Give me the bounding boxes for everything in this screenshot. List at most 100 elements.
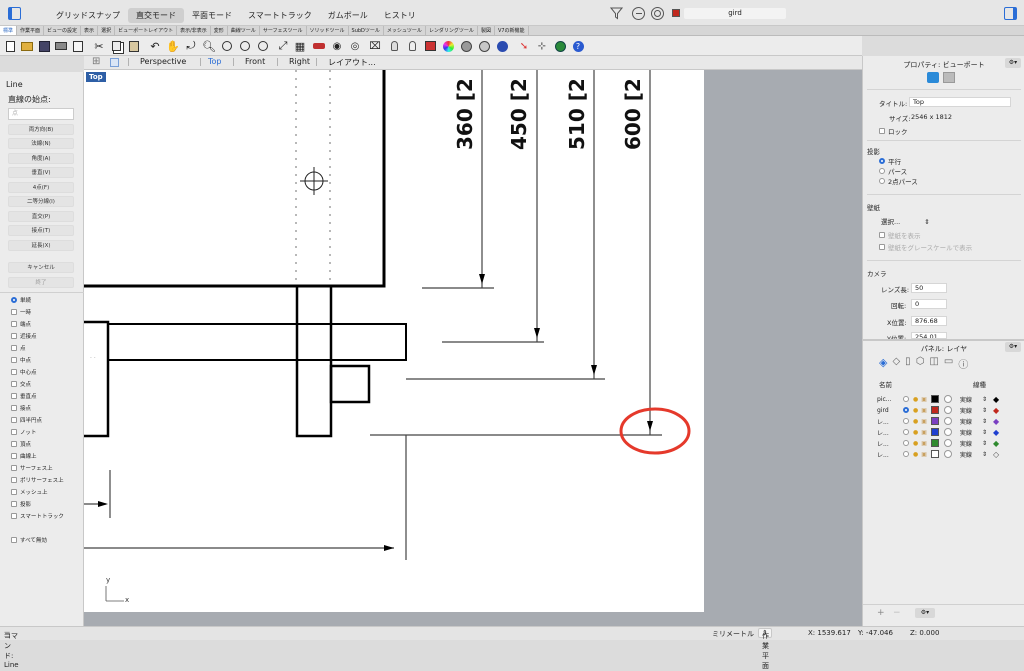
environment-sphere-icon[interactable]: [495, 39, 509, 53]
layer-row[interactable]: レ... ● ▣ 実線 ⇕ ◆: [877, 416, 999, 426]
record-history-icon[interactable]: [632, 7, 645, 20]
dimension-icon[interactable]: ⊹: [535, 39, 549, 53]
snap-item[interactable]: 中心点: [11, 368, 37, 376]
remove-layer-button[interactable]: −: [893, 608, 901, 618]
layer-color-swatch[interactable]: [930, 450, 939, 458]
toolbar-tab[interactable]: 曲線ツール: [228, 26, 260, 35]
print-color-icon[interactable]: ◇: [993, 450, 999, 459]
help-tab-icon[interactable]: ⓘ: [958, 356, 968, 371]
cut-icon[interactable]: ✂: [92, 39, 106, 53]
snap-item[interactable]: 交点: [11, 380, 31, 388]
current-layer-radio-icon[interactable]: [903, 429, 909, 435]
snap-item[interactable]: 端点: [11, 320, 31, 328]
snap-item[interactable]: 曲線上: [11, 452, 37, 460]
material-circle-icon[interactable]: [943, 428, 952, 436]
lightbulb-icon[interactable]: ●: [913, 451, 918, 458]
toolbar-tab[interactable]: ビューの設定: [44, 26, 82, 35]
toolbar-tab[interactable]: 作業平面: [17, 26, 45, 35]
toolbar-tab[interactable]: ソリッドツール: [307, 26, 349, 35]
grid-snap-toggle[interactable]: グリッドスナップ: [48, 8, 128, 23]
padlock-icon[interactable]: ▣: [921, 418, 927, 425]
snap-item[interactable]: メッシュ上: [11, 488, 48, 496]
new-file-icon[interactable]: [3, 39, 17, 53]
pan-icon[interactable]: ✋: [166, 39, 180, 53]
save-icon[interactable]: [37, 39, 51, 53]
left-panel-toggle-icon[interactable]: [8, 7, 21, 20]
snap-item[interactable]: ポリサーフェス上: [11, 476, 64, 484]
print-color-icon[interactable]: ◆: [993, 406, 999, 415]
zoom-icon[interactable]: 🔍︎: [202, 39, 216, 53]
snap-item[interactable]: 中点: [11, 356, 31, 364]
snap-item[interactable]: スマートトラック: [11, 512, 64, 520]
print-color-icon[interactable]: ◆: [993, 439, 999, 448]
grid-icon[interactable]: ▦: [293, 39, 307, 53]
cancel-button[interactable]: キャンセル: [8, 262, 74, 273]
bulb-icon[interactable]: [387, 39, 401, 53]
objects-tab-icon[interactable]: ◇: [892, 356, 900, 371]
car-icon[interactable]: [312, 39, 326, 53]
snap-item[interactable]: 接点: [11, 404, 31, 412]
lock-icon[interactable]: ⌧: [368, 39, 382, 53]
lightbulb-icon[interactable]: ●: [913, 407, 918, 414]
wallpaper-select[interactable]: 選択... ⇕: [881, 216, 930, 226]
option-vertical-button[interactable]: 垂直(V): [8, 167, 74, 178]
display-tab-icon[interactable]: ▭: [944, 356, 953, 371]
material-circle-icon[interactable]: [943, 450, 952, 458]
toolbar-tab[interactable]: メッシュツール: [384, 26, 426, 35]
current-layer-radio-icon[interactable]: [903, 407, 909, 413]
material-circle-icon[interactable]: [943, 417, 952, 425]
current-layer-radio-icon[interactable]: [903, 440, 909, 446]
layer-row[interactable]: レ... ● ▣ 実線 ⇕ ◆: [877, 438, 999, 448]
snap-item[interactable]: 近接点: [11, 332, 37, 340]
undo-icon[interactable]: ↶: [148, 39, 162, 53]
snap-item[interactable]: 点: [11, 344, 26, 352]
current-layer-radio-icon[interactable]: [903, 418, 909, 424]
copy-icon[interactable]: [109, 39, 123, 53]
layer-material-icon[interactable]: [423, 39, 437, 53]
layer-color-swatch[interactable]: [930, 417, 939, 425]
current-layer-radio-icon[interactable]: [903, 451, 909, 457]
history-toggle[interactable]: ヒストリ: [376, 8, 424, 23]
smarttrack-toggle[interactable]: スマートトラック: [240, 8, 320, 23]
option-angle-button[interactable]: 角度(A): [8, 153, 74, 164]
toolbar-tab[interactable]: 変形: [211, 26, 228, 35]
cplane-select[interactable]: 作業平面 ⇕: [758, 628, 772, 670]
print-icon[interactable]: [54, 39, 68, 53]
layer-color-swatch[interactable]: [930, 439, 939, 447]
print-color-icon[interactable]: ◆: [993, 395, 999, 404]
globe-icon[interactable]: [553, 39, 567, 53]
toolbar-tab[interactable]: ビューポートレイアウト: [115, 26, 178, 35]
option-four-point-button[interactable]: 4点(F): [8, 182, 74, 193]
filter-icon[interactable]: [610, 7, 623, 20]
padlock-icon[interactable]: ▣: [921, 407, 927, 414]
print-color-icon[interactable]: ◆: [993, 417, 999, 426]
projection-perspective[interactable]: パース: [879, 166, 907, 176]
layer-row[interactable]: pic... ● ▣ 実線 ⇕ ◆: [877, 394, 999, 404]
target-icon[interactable]: [651, 7, 664, 20]
toolbar-tab[interactable]: 製図: [478, 26, 495, 35]
material-sphere-icon[interactable]: [477, 39, 491, 53]
select-icon[interactable]: ◉: [330, 39, 344, 53]
camera-icon[interactable]: [927, 72, 939, 83]
add-layer-button[interactable]: +: [877, 608, 885, 618]
zoom-extents-icon[interactable]: [238, 39, 252, 53]
cube-tab-icon[interactable]: ⬡: [916, 356, 925, 371]
layer-row[interactable]: レ... ● ▣ 実線 ⇕ ◆: [877, 427, 999, 437]
layer-color-swatch[interactable]: [930, 406, 939, 414]
tab-perspective[interactable]: Perspective: [140, 57, 186, 66]
padlock-icon[interactable]: ▣: [921, 429, 927, 436]
material-circle-icon[interactable]: [943, 406, 952, 414]
lightbulb-icon[interactable]: ●: [913, 429, 918, 436]
current-layer-radio-icon[interactable]: [903, 396, 909, 402]
option-bisector-button[interactable]: 二等分線(I): [8, 196, 74, 207]
layer-color-swatch[interactable]: [930, 428, 939, 436]
title-field[interactable]: Top: [909, 97, 1011, 107]
current-layer-selector[interactable]: gird: [684, 8, 786, 19]
layer-row[interactable]: レ... ● ▣ 実線 ⇕ ◇: [877, 449, 999, 459]
material-circle-icon[interactable]: [943, 439, 952, 447]
properties-gear-icon[interactable]: ⚙▾: [1005, 58, 1021, 68]
ortho-toggle[interactable]: 直交モード: [128, 8, 184, 23]
lens-field[interactable]: 50: [911, 283, 947, 293]
top-viewport[interactable]: · · 360 [2 450 [2 510 [2 600 [2 y x Top: [84, 70, 862, 626]
option-tangent-button[interactable]: 接点(T): [8, 225, 74, 236]
